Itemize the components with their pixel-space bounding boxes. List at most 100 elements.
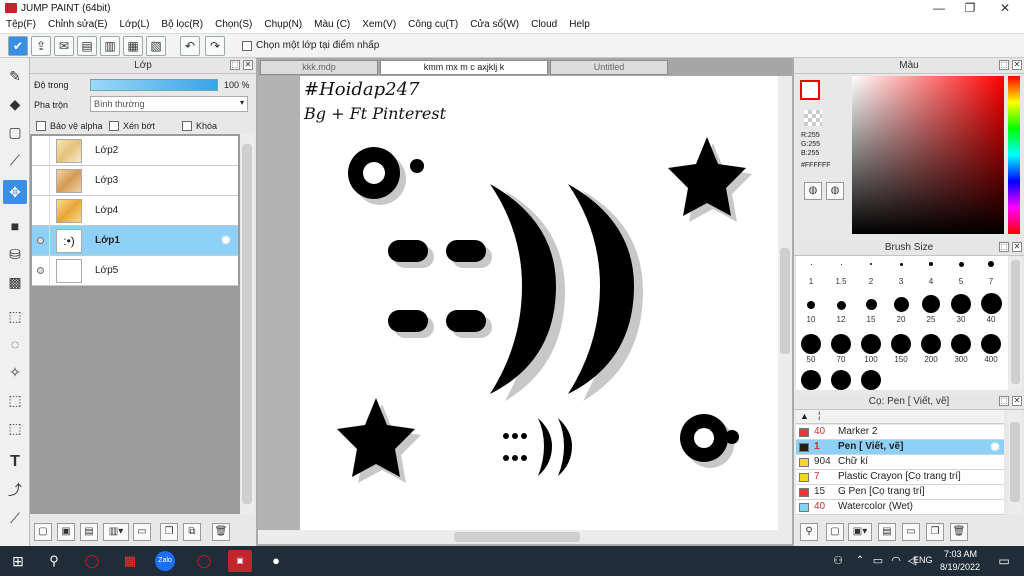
brush-list-scrollbar[interactable] xyxy=(1008,410,1022,514)
menu-cloud[interactable]: Cloud xyxy=(525,19,563,30)
foreground-color-swatch[interactable] xyxy=(800,80,820,100)
brush-size-400[interactable]: 400 xyxy=(978,334,1004,364)
visibility-toggle[interactable] xyxy=(32,256,50,286)
message-icon[interactable]: ▤ xyxy=(77,36,97,56)
people-icon[interactable]: ⚇ xyxy=(826,550,850,572)
close-button[interactable]: ✕ xyxy=(990,0,1020,16)
select-pen-icon[interactable]: ⬚ xyxy=(3,388,27,412)
canvas-horizontal-scrollbar[interactable] xyxy=(258,530,792,544)
line-tool-icon[interactable]: ⟋ xyxy=(3,148,27,172)
opera-gx-icon[interactable]: ◯ xyxy=(192,550,216,572)
brush-size-3[interactable]: 3 xyxy=(888,263,914,286)
brush-size-1[interactable]: 1 xyxy=(798,264,824,286)
minimize-button[interactable]: — xyxy=(924,0,954,16)
brush-size-50[interactable]: 50 xyxy=(798,334,824,364)
clock-time[interactable]: 7:03 AM xyxy=(944,549,977,559)
brush-size-150[interactable]: 150 xyxy=(888,334,914,364)
brush-list-item[interactable]: 40 Watercolor (Wet) xyxy=(796,500,1004,515)
bucket-tool-icon[interactable]: ⛁ xyxy=(3,242,27,266)
lasso-select-icon[interactable]: ◌ xyxy=(3,332,27,356)
visibility-toggle[interactable] xyxy=(32,166,50,196)
protect-alpha-checkbox[interactable] xyxy=(36,120,46,132)
clip-checkbox[interactable] xyxy=(109,120,119,132)
settings-gear-icon[interactable]: ✹ xyxy=(990,440,1000,454)
app-grid-icon[interactable]: ▦ xyxy=(118,550,142,572)
menu-help[interactable]: Help xyxy=(563,19,596,30)
hue-slider[interactable] xyxy=(1008,76,1020,234)
brush-copy-icon[interactable]: ▤ xyxy=(878,523,896,541)
brush-size-5[interactable]: 5 xyxy=(948,262,974,286)
tab-document-3[interactable]: Untitled xyxy=(550,60,668,75)
brush-trash-icon[interactable]: 🗑 xyxy=(950,523,968,541)
panel-float-icon[interactable]: ⬚ xyxy=(999,242,1009,252)
opera-icon[interactable]: ◯ xyxy=(80,550,104,572)
layer-scrollbar[interactable] xyxy=(240,134,254,514)
layer-row[interactable]: Lớp3 xyxy=(32,166,238,196)
gradient-tool-icon[interactable]: ▩ xyxy=(3,270,27,294)
fill-rect-tool-icon[interactable]: ■ xyxy=(3,214,27,238)
comment-icon[interactable]: ✉ xyxy=(54,36,74,56)
grid-icon[interactable]: ▧ xyxy=(146,36,166,56)
menu-filter[interactable]: Bộ lọc(R) xyxy=(155,19,209,30)
panel-close-icon[interactable]: ✕ xyxy=(1012,60,1022,70)
redo-icon[interactable]: ↷ xyxy=(205,36,225,56)
brush-size-30[interactable]: 30 xyxy=(948,294,974,324)
brush-size-1-5[interactable]: 1.5 xyxy=(828,264,854,286)
menu-color[interactable]: Màu (C) xyxy=(308,19,356,30)
brush-pin-icon[interactable]: ⚲ xyxy=(800,523,818,541)
tab-document-1[interactable]: kkk.mdp xyxy=(260,60,378,75)
brush-list-item[interactable]: 7 Plastic Crayon [Cọ trang trí] xyxy=(796,470,1004,485)
brush-size-40[interactable]: 40 xyxy=(978,293,1004,324)
zalo-icon[interactable]: Zalo xyxy=(155,551,175,571)
brush-size-extra[interactable] xyxy=(858,370,884,390)
layer-row[interactable]: Lớp2 xyxy=(32,136,238,166)
menu-layer[interactable]: Lớp(L) xyxy=(114,19,156,30)
brush-size-25[interactable]: 25 xyxy=(918,295,944,324)
tab-document-2[interactable]: kmm mx m c axjklj k ácldksclkicsosckInks… xyxy=(380,60,548,85)
canvas-area[interactable]: #Hoidap247 Bg + Ft Pinterest xyxy=(258,76,778,530)
search-icon[interactable]: ⚲ xyxy=(42,550,66,572)
transparent-color-swatch[interactable] xyxy=(804,110,822,126)
jump-paint-taskbar-icon[interactable]: ▣ xyxy=(228,550,252,572)
menu-tools[interactable]: Công cụ(T) xyxy=(402,19,464,30)
panel-float-icon[interactable]: ⬚ xyxy=(230,60,240,70)
palette-edit-icon[interactable]: ◍ xyxy=(826,182,844,200)
brush-size-15[interactable]: 15 xyxy=(858,299,884,324)
brush-size-4[interactable]: 4 xyxy=(918,262,944,286)
brush-size-70[interactable]: 70 xyxy=(828,334,854,364)
visibility-toggle[interactable] xyxy=(32,136,50,166)
brush-size-7[interactable]: 7 xyxy=(978,261,1004,286)
panel-close-icon[interactable]: ✕ xyxy=(1012,242,1022,252)
brush-size-200[interactable]: 200 xyxy=(918,334,944,364)
brush-list-item-selected[interactable]: 1 Pen [ Viết, vẽ] ✹ xyxy=(796,440,1004,455)
brush-size-100[interactable]: 100 xyxy=(858,334,884,364)
brush-size-2[interactable]: 2 xyxy=(858,263,884,286)
clock-date[interactable]: 8/19/2022 xyxy=(940,562,980,572)
new-raster-layer-icon[interactable]: ▣ xyxy=(57,523,75,541)
eraser-tool-icon[interactable]: ◆ xyxy=(3,92,27,116)
panel-close-icon[interactable]: ✕ xyxy=(1012,396,1022,406)
language-indicator[interactable]: ENG xyxy=(913,555,933,565)
windows-start-icon[interactable]: ⊞ xyxy=(6,550,30,572)
merge-icon[interactable]: ⧉ xyxy=(183,523,201,541)
drawing-paper[interactable]: #Hoidap247 Bg + Ft Pinterest xyxy=(300,76,778,530)
brush-size-12[interactable]: 12 xyxy=(828,301,854,324)
lock-checkbox[interactable] xyxy=(182,120,192,132)
maximize-button[interactable]: ❐ xyxy=(955,0,985,16)
share-icon[interactable]: ⇪ xyxy=(31,36,51,56)
visibility-toggle[interactable] xyxy=(32,226,50,256)
new-layer-icon[interactable]: ▢ xyxy=(34,523,52,541)
add-layer-dropdown-icon[interactable]: ▥▾ xyxy=(103,523,129,541)
operation-tool-icon[interactable]: ⤴ xyxy=(3,478,27,502)
canvas-vertical-scrollbar[interactable] xyxy=(778,76,792,530)
notification-icon[interactable]: ▭ xyxy=(992,550,1016,572)
check-icon[interactable]: ✔ xyxy=(8,36,28,56)
record-icon[interactable]: ● xyxy=(264,550,288,572)
menu-window[interactable]: Cửa sổ(W) xyxy=(464,19,525,30)
brush-size-scrollbar[interactable] xyxy=(1009,256,1022,390)
undo-icon[interactable]: ↶ xyxy=(180,36,200,56)
brush-size-300[interactable]: 300 xyxy=(948,334,974,364)
trash-icon[interactable]: 🗑 xyxy=(212,523,230,541)
brush-duplicate-icon[interactable]: ❐ xyxy=(926,523,944,541)
panel-close-icon[interactable]: ✕ xyxy=(243,60,253,70)
